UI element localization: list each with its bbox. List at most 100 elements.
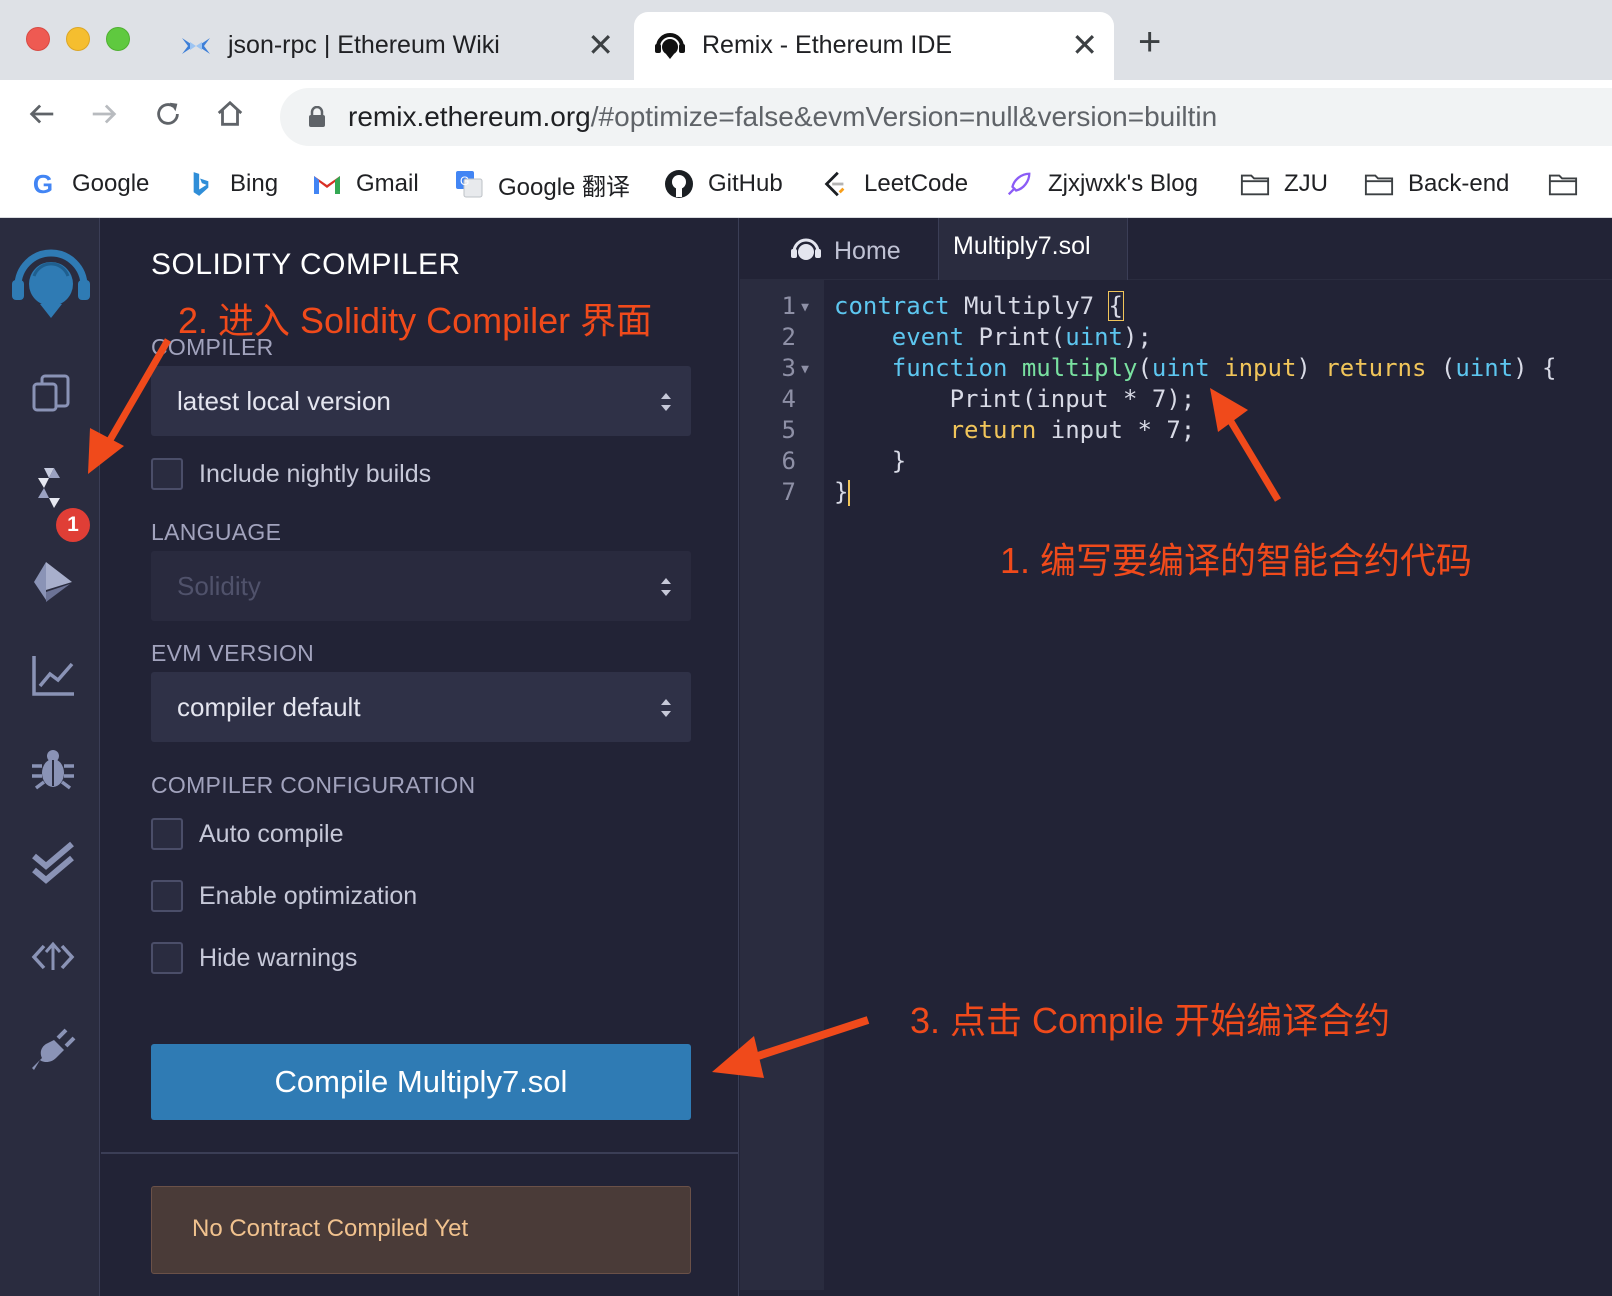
arrow-left-icon [29,104,54,124]
code-line-1: contract Multiply7 { [834,291,1125,321]
select-arrows-icon [661,699,671,717]
line-number: 5 [781,416,796,444]
status-text: No Contract Compiled Yet [192,1215,469,1242]
line-number: 3 ▼ [744,354,814,382]
compiler-configuration-label: COMPILER CONFIGURATION [151,772,476,798]
compile-status-alert: No Contract Compiled Yet [151,1186,691,1274]
hide-warnings-checkbox[interactable]: Hide warnings [151,942,357,974]
address-bar[interactable]: remix.ethereum.org/#optimize=false&evmVe… [280,88,1612,146]
line-number: 4 [781,385,796,413]
select-arrows-icon [661,578,671,596]
code-line-3: function multiply(uint input) returns (u… [891,354,1557,382]
bookmarks-bar: G Google Bing Gmail G Google 翻译 GitHub L… [0,152,1612,218]
checkbox-box[interactable] [151,942,183,974]
panel-divider [101,1152,739,1154]
select-value: Solidity [177,571,261,601]
close-tab-icon[interactable]: ✕ [587,26,614,64]
bookmark-bing[interactable]: Bing [186,164,278,204]
browser-tab-remix[interactable]: Remix - Ethereum IDE ✕ [634,12,1114,80]
solidity-compiler-panel: SOLIDITY COMPILER COMPILER latest local … [101,218,739,1296]
evm-version-label: EVM VERSION [151,640,315,666]
back-button[interactable] [20,92,64,136]
plugin-manager-icon[interactable] [30,1028,76,1074]
bookmark-github[interactable]: GitHub [664,164,783,204]
close-tab-icon[interactable]: ✕ [1071,26,1098,64]
browser-tab-ethereum-wiki[interactable]: json-rpc | Ethereum Wiki ✕ [160,12,630,80]
folder-icon [1548,169,1578,199]
bookmark-label: Zjxjwxk's Blog [1048,170,1198,197]
language-select: Solidity [151,551,691,621]
code-share-icon[interactable] [30,934,76,980]
line-number-gutter: 1 ▼ 2 3 ▼ 4 5 6 7 [740,280,824,1290]
code-line-7: } [834,478,851,506]
remix-icon [654,32,686,60]
select-value: compiler default [177,692,361,722]
home-icon [217,100,243,126]
github-icon [664,169,694,199]
bookmark-label: Gmail [356,170,419,197]
bookmark-gmail[interactable]: Gmail [312,164,419,204]
unit-test-check-icon[interactable] [30,840,76,886]
maximize-window-button[interactable] [106,27,130,51]
annotation-step-2: 2. 进入 Solidity Compiler 界面 [178,300,653,341]
compiler-version-select[interactable]: latest local version [151,366,691,436]
code-line-6: } [834,447,907,475]
panel-title: SOLIDITY COMPILER [151,248,461,281]
code-line-2: event Print(uint); [891,323,1152,351]
reload-button[interactable] [146,92,190,136]
include-nightly-checkbox[interactable]: Include nightly builds [151,458,431,490]
bookmark-label: GitHub [708,170,783,197]
bookmark-label: Bing [230,170,279,197]
bookmark-label: Back-end [1408,170,1510,197]
checkbox-box[interactable] [151,818,183,850]
url-path: /#optimize=false&evmVersion=null&version… [590,101,1218,132]
auto-compile-checkbox[interactable]: Auto compile [151,818,344,850]
tab-label: Home [834,236,901,265]
bookmark-label: Google [72,170,150,197]
bookmark-leetcode[interactable]: LeetCode [820,164,968,204]
checkbox-box[interactable] [151,458,183,490]
editor-tab-home[interactable]: Home [790,228,901,274]
tab-label: Multiply7.sol [953,232,1091,260]
code-area[interactable]: contract Multiply7 { event Print(uint); … [824,280,1612,1290]
code-editor: Home Multiply7.sol 1 ▼ 2 3 ▼ 4 5 6 7 contr… [740,218,1612,1296]
solidity-compiler-icon[interactable] [30,464,76,510]
bookmark-google[interactable]: G Google [28,164,150,204]
select-value: latest local version [177,386,391,416]
rocket-icon [1004,169,1034,199]
url-host: remix.ethereum.org [348,101,591,132]
url-text: remix.ethereum.org/#optimize=false&evmVe… [348,101,1217,133]
remix-logo-icon[interactable] [10,242,92,324]
bookmark-blog[interactable]: Zjxjwxk's Blog [1004,164,1198,204]
bookmark-label: ZJU [1284,170,1328,197]
compile-button[interactable]: Compile Multiply7.sol [151,1044,691,1120]
lock-icon [309,106,325,127]
checkbox-label: Enable optimization [199,881,418,910]
debugger-bug-icon[interactable] [30,746,76,792]
checkbox-box[interactable] [151,880,183,912]
deploy-run-icon[interactable] [30,558,76,604]
bookmark-folder-zju[interactable]: ZJU [1240,164,1328,204]
file-explorer-icon[interactable] [30,370,76,416]
editor-tab-multiply7[interactable]: Multiply7.sol [938,218,1128,280]
fold-arrow-icon[interactable]: ▼ [796,300,814,315]
remix-home-icon [791,238,821,260]
new-tab-button[interactable]: + [1138,20,1161,65]
evm-version-select[interactable]: compiler default [151,672,691,742]
bookmark-folder-more[interactable] [1548,164,1592,204]
forward-button[interactable] [82,92,126,136]
bookmark-label: LeetCode [864,170,969,197]
analysis-chart-icon[interactable] [30,652,76,698]
checkbox-label: Hide warnings [199,943,358,972]
annotation-step-1: 1. 编写要编译的智能合约代码 [1000,540,1473,581]
editor-tab-bar: Home Multiply7.sol [740,218,1612,280]
bookmark-google-translate[interactable]: G Google 翻译 [454,164,630,204]
enable-optimization-checkbox[interactable]: Enable optimization [151,880,417,912]
home-button[interactable] [208,92,252,136]
minimize-window-button[interactable] [66,27,90,51]
fold-arrow-icon[interactable]: ▼ [796,362,814,377]
compiler-notification-badge: 1 [56,508,90,542]
ethereum-wiki-icon [180,32,212,60]
close-window-button[interactable] [26,27,50,51]
bookmark-folder-backend[interactable]: Back-end [1364,164,1509,204]
